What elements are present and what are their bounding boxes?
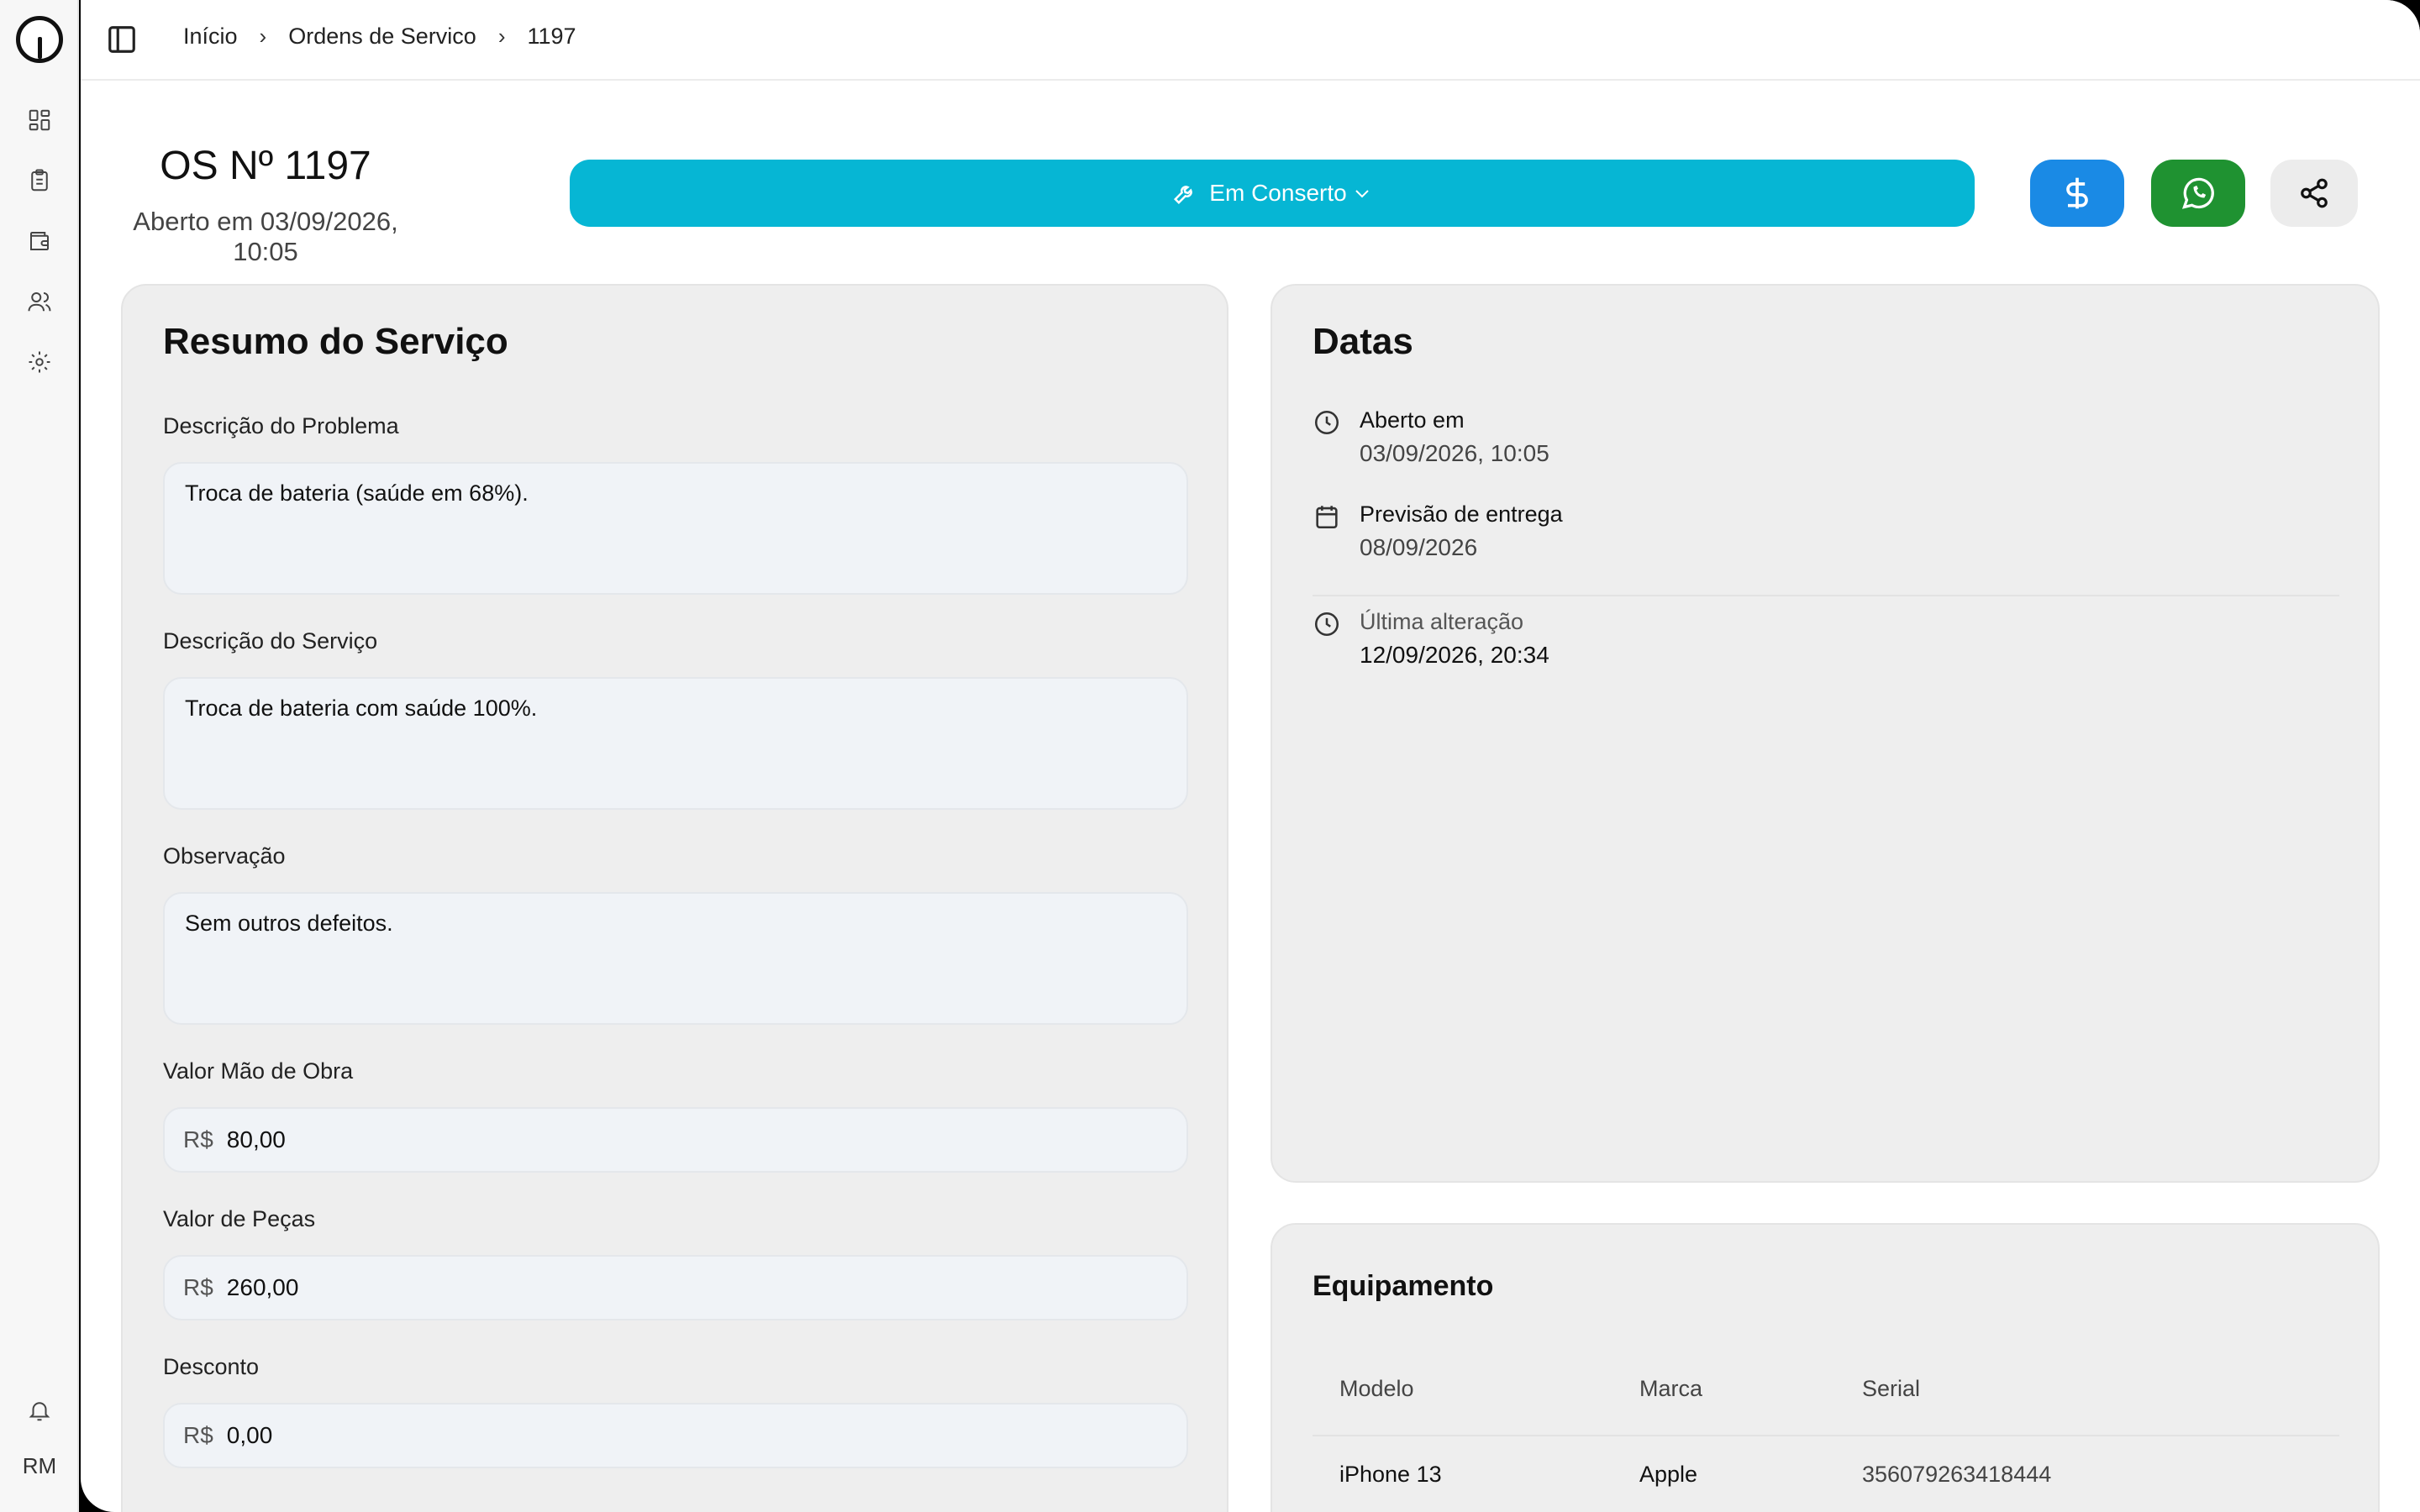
resumo-card: Resumo do Serviço Descrição do Problema … — [121, 284, 1228, 1512]
alteracao-label: Última alteração — [1360, 609, 1524, 634]
column-header-marca: Marca — [1639, 1376, 1703, 1401]
calendar-icon — [1316, 506, 1338, 529]
problema-textarea[interactable] — [163, 462, 1188, 595]
table-cell-modelo: iPhone 13 — [1339, 1462, 1442, 1487]
desconto-value: 0,00 — [226, 1422, 273, 1448]
dollar-icon — [2066, 177, 2088, 209]
whatsapp-button[interactable] — [2151, 160, 2245, 227]
aberto-label: Aberto em — [1360, 407, 1465, 433]
aberto-row: Aberto em 03/09/2026, 10:05 — [1313, 403, 1549, 470]
opened-date: Aberto em 03/09/2026, 10:05 — [133, 207, 398, 266]
settings-gear-icon[interactable] — [25, 348, 54, 376]
sidebar: RM — [0, 0, 79, 1512]
previsao-row: Previsão de entrega 08/09/2026 — [1313, 497, 1563, 564]
equipamento-card: Equipamento Modelo Marca Serial iPhone 1… — [1270, 1223, 2380, 1512]
datas-card: Datas Aberto em 03/09/2026, 10:05 Previs… — [1270, 284, 2380, 1183]
share-button[interactable] — [2270, 160, 2358, 227]
desconto-label: Desconto — [163, 1354, 260, 1379]
panel-left-icon — [108, 26, 135, 53]
chevron-right-icon: › — [497, 24, 506, 49]
datas-divider — [1313, 595, 2339, 596]
user-avatar[interactable]: RM — [0, 1453, 79, 1479]
alteracao-row: Última alteração 12/09/2026, 20:34 — [1313, 605, 1549, 672]
mao-obra-input[interactable]: R$ 80,00 — [163, 1107, 1188, 1173]
desconto-input[interactable]: R$ 0,00 — [163, 1403, 1188, 1468]
breadcrumb-current: 1197 — [527, 24, 576, 49]
wallet-icon[interactable] — [25, 227, 54, 255]
aberto-value: 03/09/2026, 10:05 — [1360, 440, 1549, 466]
observacao-label: Observação — [163, 843, 286, 869]
mao-obra-label: Valor Mão de Obra — [163, 1058, 354, 1084]
app-logo[interactable] — [16, 16, 63, 63]
share-icon — [2301, 178, 2328, 208]
clock-icon — [1314, 410, 1339, 435]
pecas-label: Valor de Peças — [163, 1206, 316, 1231]
servico-label: Descrição do Serviço — [163, 628, 378, 654]
equipamento-title: Equipamento — [1313, 1270, 1494, 1302]
whatsapp-icon — [2181, 177, 2214, 209]
observacao-textarea[interactable] — [163, 892, 1188, 1025]
wrench-icon — [1174, 186, 1193, 205]
previsao-label: Previsão de entrega — [1360, 501, 1563, 527]
previsao-value: 08/09/2026 — [1360, 534, 1478, 560]
status-dropdown[interactable]: Em Conserto — [570, 160, 1975, 227]
datas-title: Datas — [1313, 321, 1413, 362]
breadcrumb-inicio[interactable]: Início — [183, 24, 238, 50]
table-cell-serial: 356079263418444 — [1862, 1462, 2052, 1487]
chevron-right-icon: › — [259, 24, 267, 49]
breadcrumb: Início › Ordens de Servico › 1197 — [183, 24, 576, 50]
top-bar: Início › Ordens de Servico › 1197 — [81, 0, 2420, 81]
users-icon[interactable] — [25, 287, 54, 316]
payment-button[interactable] — [2030, 160, 2124, 227]
resumo-title: Resumo do Serviço — [163, 321, 508, 362]
alteracao-value: 12/09/2026, 20:34 — [1360, 642, 1549, 668]
mao-obra-value: 80,00 — [226, 1126, 286, 1152]
dashboard-icon[interactable] — [25, 106, 54, 134]
currency-prefix: R$ — [183, 1274, 213, 1300]
column-header-modelo: Modelo — [1339, 1376, 1414, 1401]
table-cell-marca: Apple — [1639, 1462, 1698, 1487]
pecas-input[interactable]: R$ 260,00 — [163, 1255, 1188, 1320]
currency-prefix: R$ — [183, 1126, 213, 1152]
chevron-down-icon — [1355, 190, 1369, 198]
clock-icon — [1314, 612, 1339, 637]
pecas-value: 260,00 — [226, 1274, 299, 1300]
table-divider — [1313, 1435, 2339, 1436]
page-title: OS Nº 1197 — [160, 144, 371, 188]
problema-label: Descrição do Problema — [163, 413, 399, 438]
column-header-serial: Serial — [1862, 1376, 1921, 1401]
currency-prefix: R$ — [183, 1422, 213, 1448]
main-panel: Início › Ordens de Servico › 1197 OS Nº … — [81, 0, 2420, 1512]
clipboard-list-icon[interactable] — [25, 166, 54, 195]
bell-icon[interactable] — [25, 1396, 54, 1425]
servico-textarea[interactable] — [163, 677, 1188, 810]
status-label: Em Conserto — [1209, 180, 1347, 206]
sidebar-toggle-button[interactable] — [106, 24, 139, 57]
breadcrumb-ordens[interactable]: Ordens de Servico — [288, 24, 476, 50]
